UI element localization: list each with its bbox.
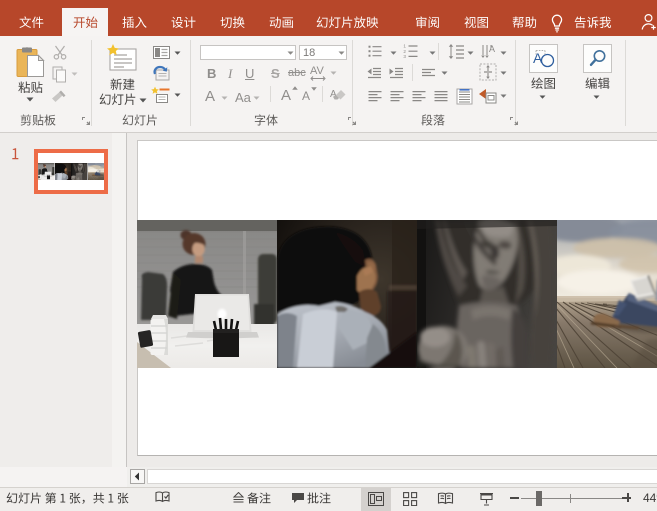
svg-text:A: A [489, 44, 495, 54]
svg-text:3: 3 [403, 54, 406, 59]
